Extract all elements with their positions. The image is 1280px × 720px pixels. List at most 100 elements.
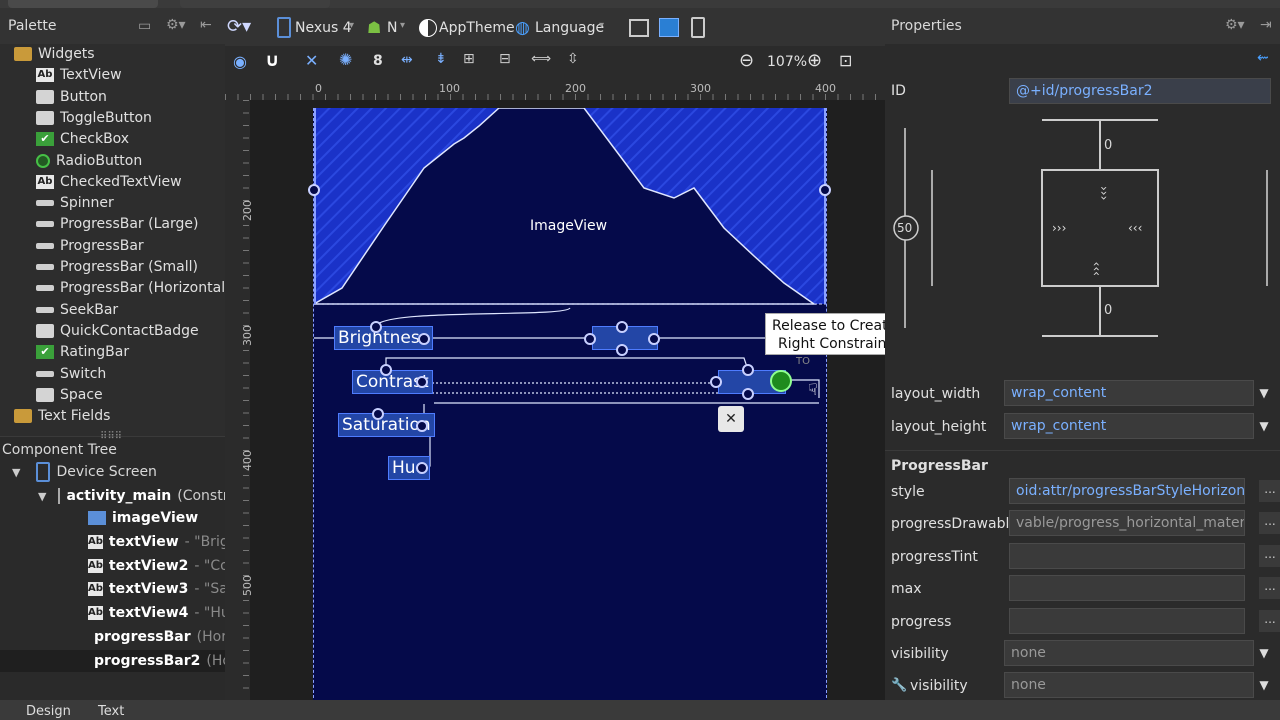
progress-field[interactable] — [1009, 608, 1245, 634]
expand-arrow-icon[interactable]: ▼ — [12, 466, 20, 479]
expand-h-icon[interactable]: ⟺ — [531, 51, 551, 67]
palette-item[interactable]: RadioButton — [36, 151, 142, 171]
constraint-anchor[interactable] — [380, 364, 392, 376]
magnet-icon[interactable]: ∪ — [265, 50, 280, 71]
palette-item[interactable]: ✔ RatingBar — [36, 342, 129, 362]
palette-item[interactable]: Ab TextView — [36, 65, 122, 85]
tree-item[interactable]: progressBar2 (Hor — [0, 649, 225, 672]
constraint-anchor[interactable] — [616, 344, 628, 356]
palette-folder[interactable]: Text Fields — [14, 406, 110, 426]
chevron-down-icon[interactable]: ▼ — [1253, 672, 1275, 698]
constraint-anchor[interactable] — [416, 462, 428, 474]
right-anchor-active[interactable] — [770, 370, 792, 392]
tree-item[interactable]: progressBar (Hori — [0, 626, 225, 648]
fit-screen-icon[interactable]: ⊡ — [839, 51, 852, 70]
browse-button[interactable]: ... — [1259, 610, 1280, 632]
chevron-down-icon[interactable]: ▾ — [599, 20, 604, 31]
progress-tint-field[interactable] — [1009, 543, 1245, 569]
style-field[interactable]: oid:attr/progressBarStyleHorizontal — [1009, 478, 1245, 504]
constraint-anchor[interactable] — [648, 333, 660, 345]
api-selector[interactable]: N — [387, 20, 397, 36]
layout-width-field[interactable]: wrap_content — [1004, 380, 1254, 406]
constraint-anchor[interactable] — [742, 364, 754, 376]
palette-item[interactable]: Button — [36, 87, 107, 107]
constraint-anchor[interactable] — [370, 321, 382, 333]
visibility-field[interactable]: none — [1004, 640, 1254, 666]
constraint-anchor[interactable] — [416, 376, 428, 388]
expand-arrow-icon[interactable]: ▼ — [38, 490, 46, 503]
constraint-inspector[interactable]: ››› ‹‹‹ ››› ››› — [885, 108, 1280, 348]
collapse-icon[interactable]: ▭ — [138, 18, 151, 34]
tree-item[interactable]: Ab textView - "Brightr — [0, 531, 225, 553]
palette-item[interactable]: Space — [36, 385, 103, 405]
theme-selector[interactable]: AppTheme — [439, 20, 515, 36]
margin-bottom-value[interactable]: 0 — [1104, 303, 1112, 318]
design-view-icon[interactable] — [629, 19, 649, 37]
tree-item[interactable]: Ab textView3 - "Satur — [0, 578, 225, 600]
palette-folder[interactable]: Widgets — [14, 44, 95, 64]
tree-activity-main[interactable]: ▼ activity_main (Constra — [38, 485, 225, 507]
blueprint-view-icon[interactable] — [659, 18, 679, 37]
gear-icon[interactable]: ⚙▾ — [166, 17, 186, 33]
delete-constraint-icon[interactable]: ✕ — [718, 406, 744, 432]
palette-item[interactable]: ProgressBar (Horizontal) — [36, 278, 231, 298]
id-field[interactable]: @+id/progressBar2 — [1009, 78, 1271, 104]
browse-button[interactable]: ... — [1259, 480, 1280, 502]
editor-tab[interactable] — [8, 0, 158, 8]
zoom-in-icon[interactable]: ⊕ — [807, 50, 822, 71]
tab-text[interactable]: Text — [98, 704, 124, 719]
distribute-h-icon[interactable]: ⊞ — [463, 51, 475, 67]
constraint-anchor[interactable] — [710, 376, 722, 388]
infer-constraints-icon[interactable]: ✺ — [339, 50, 352, 69]
toggle-attributes-icon[interactable]: ⇜ — [1257, 50, 1269, 66]
browse-button[interactable]: ... — [1259, 577, 1280, 599]
constraint-anchor[interactable] — [418, 333, 430, 345]
chevron-down-icon[interactable]: ▼ — [1253, 413, 1275, 439]
max-field[interactable] — [1009, 575, 1245, 601]
tree-item[interactable]: Ab textView2 - "Contr — [0, 555, 225, 577]
palette-item[interactable]: ProgressBar (Large) — [36, 214, 198, 234]
chevron-down-icon[interactable]: ▼ — [1253, 640, 1275, 666]
browse-button[interactable]: ... — [1259, 512, 1280, 534]
pack-icon[interactable]: ⇹ — [401, 52, 413, 68]
eye-icon[interactable]: ◉ — [233, 52, 247, 71]
zoom-out-icon[interactable]: ⊖ — [739, 50, 754, 71]
layout-height-field[interactable]: wrap_content — [1004, 413, 1254, 439]
clear-constraints-icon[interactable]: ✕ — [305, 51, 318, 70]
palette-item[interactable]: Spinner — [36, 193, 114, 213]
language-selector[interactable]: Language — [535, 20, 604, 36]
chevron-down-icon[interactable]: ▾ — [400, 20, 405, 31]
palette-item[interactable]: ✔ CheckBox — [36, 129, 129, 149]
constraint-anchor[interactable] — [616, 321, 628, 333]
hide-panel-icon[interactable]: ⇤ — [200, 17, 212, 33]
margin-top-value[interactable]: 0 — [1104, 138, 1112, 153]
hide-panel-icon[interactable]: ⇥ — [1260, 17, 1272, 33]
resize-handle[interactable]: ⠿⠿⠿ — [100, 431, 122, 442]
tools-visibility-field[interactable]: none — [1004, 672, 1254, 698]
orientation-icon[interactable]: ⟳▾ — [227, 16, 251, 37]
tree-item[interactable]: imageView — [0, 507, 225, 529]
palette-item[interactable]: ToggleButton — [36, 108, 152, 128]
palette-item[interactable]: SeekBar — [36, 300, 118, 320]
gear-icon[interactable]: ⚙▾ — [1225, 17, 1245, 33]
chevron-down-icon[interactable]: ▼ — [1253, 380, 1275, 406]
editor-tab[interactable] — [180, 0, 330, 8]
device-selector[interactable]: Nexus 4 — [295, 20, 352, 36]
palette-item[interactable]: ProgressBar — [36, 236, 144, 256]
constraint-anchor[interactable] — [584, 333, 596, 345]
default-margin[interactable]: 8 — [373, 53, 383, 69]
constraint-anchor[interactable] — [742, 388, 754, 400]
device-canvas[interactable]: ImageView Brightness Contrast ✕ Saturati… — [308, 108, 887, 708]
palette-item[interactable]: Switch — [36, 364, 106, 384]
distribute-v-icon[interactable]: ⊟ — [499, 51, 511, 67]
palette-item[interactable]: QuickContactBadge — [36, 321, 199, 341]
constraint-anchor[interactable] — [416, 420, 428, 432]
progress-drawable-field[interactable]: vable/progress_horizontal_material — [1009, 510, 1245, 536]
palette-item[interactable]: ProgressBar (Small) — [36, 257, 198, 277]
constraint-anchor[interactable] — [372, 408, 384, 420]
tree-device-screen[interactable]: ▼ Device Screen — [12, 461, 157, 483]
browse-button[interactable]: ... — [1259, 545, 1280, 567]
bias-value[interactable]: 50 — [897, 221, 912, 235]
expand-v-icon[interactable]: ⇳ — [567, 51, 579, 67]
chevron-down-icon[interactable]: ▾ — [349, 20, 354, 31]
